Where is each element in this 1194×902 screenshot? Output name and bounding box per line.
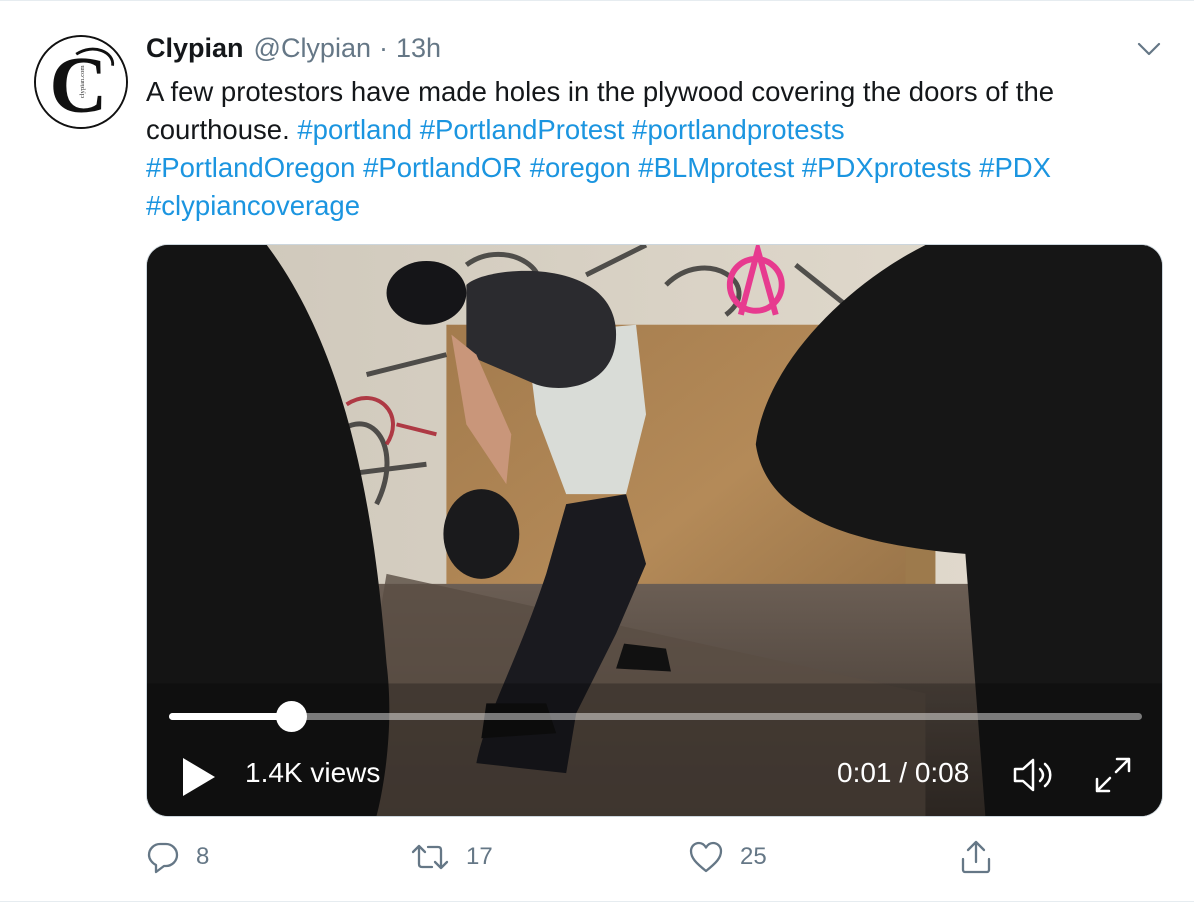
share-button[interactable] — [958, 837, 994, 877]
fullscreen-icon[interactable] — [1091, 753, 1135, 797]
like-button[interactable]: 25 — [688, 837, 767, 877]
play-icon[interactable] — [179, 755, 219, 799]
hashtag-link[interactable]: #PortlandProtest — [420, 114, 625, 145]
heart-icon — [689, 841, 723, 873]
chevron-down-icon[interactable] — [1136, 39, 1162, 59]
video-timecode: 0:01 / 0:08 — [837, 757, 970, 788]
video-progress-bar[interactable] — [169, 701, 1142, 732]
retweet-button[interactable]: 17 — [410, 837, 493, 877]
share-icon — [961, 840, 991, 874]
separator-dot: · — [378, 33, 388, 63]
video-scrubber-handle[interactable] — [275, 701, 307, 732]
tweet-actions: 8 17 25 — [146, 837, 1146, 877]
reply-button[interactable]: 8 — [146, 837, 209, 877]
tweet-text: A few protestors have made holes in the … — [146, 73, 1176, 225]
svg-text:clypian.com: clypian.com — [79, 65, 86, 99]
reply-count: 8 — [196, 843, 210, 870]
hashtag-link[interactable]: #BLMprotest — [638, 152, 794, 183]
like-count: 25 — [740, 843, 767, 870]
hashtag-link[interactable]: #PDXprotests — [802, 152, 972, 183]
video-frame — [147, 245, 1162, 816]
hashtag-link[interactable]: #portlandprotests — [632, 114, 845, 145]
video-progress-fill — [169, 713, 291, 720]
tweet-timestamp[interactable]: 13h — [396, 33, 441, 64]
avatar[interactable]: C clypian.com — [34, 35, 128, 129]
tweet-header: Clypian @Clypian · 13h — [146, 33, 441, 67]
hashtag-link[interactable]: #PortlandOR — [363, 152, 522, 183]
video-player[interactable]: 1.4K views 0:01 / 0:08 — [146, 244, 1163, 817]
hashtag-link[interactable]: #clypiancoverage — [146, 190, 360, 221]
hashtag-link[interactable]: #PDX — [979, 152, 1051, 183]
volume-icon[interactable] — [1011, 755, 1059, 795]
retweet-count: 17 — [466, 843, 493, 870]
author-handle[interactable]: @Clypian — [254, 33, 371, 64]
clypian-logo-icon: C clypian.com — [36, 37, 126, 127]
author-name[interactable]: Clypian — [146, 33, 244, 64]
hashtag-link[interactable]: #portland — [297, 114, 412, 145]
retweet-icon — [411, 844, 449, 870]
hashtag-link[interactable]: #PortlandOregon — [146, 152, 355, 183]
view-count: 1.4K views — [245, 757, 381, 788]
hashtag-link[interactable]: #oregon — [530, 152, 631, 183]
tweet-card[interactable]: C clypian.com Clypian @Clypian · 13h A f… — [0, 0, 1194, 902]
reply-icon — [147, 842, 179, 874]
